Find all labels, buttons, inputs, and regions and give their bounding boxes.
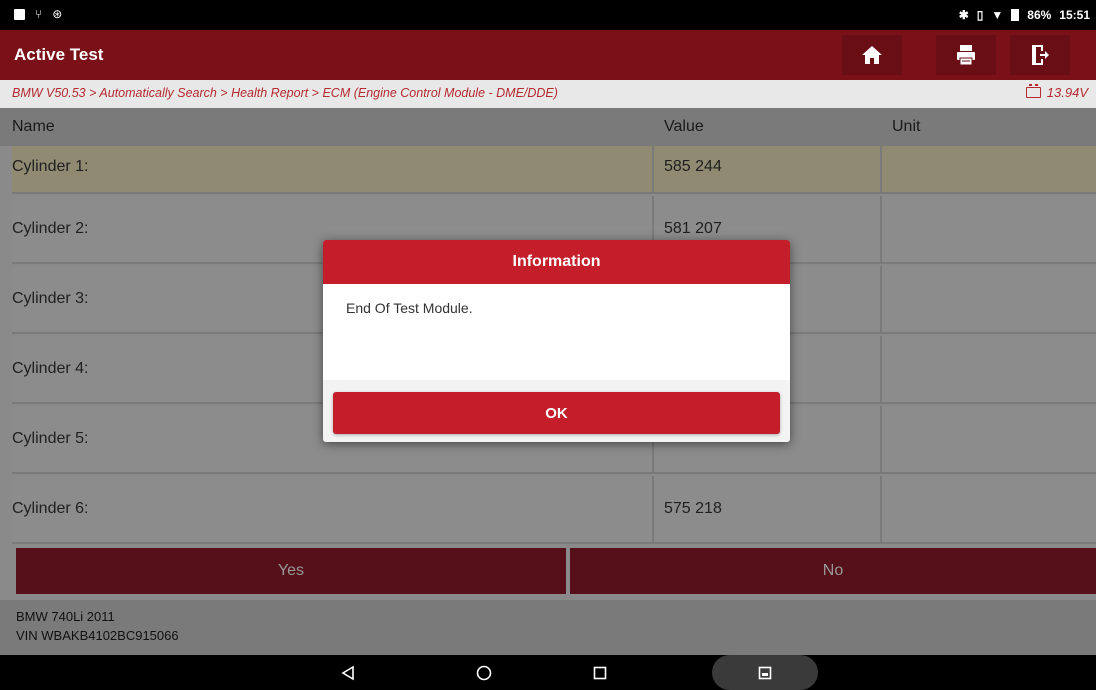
dialog-title: Information: [323, 240, 790, 284]
square-recents-icon: [593, 666, 607, 680]
table-header: Name Value Unit: [0, 108, 1096, 146]
screenshot-pill[interactable]: [712, 655, 818, 690]
exit-icon: [1032, 45, 1049, 65]
screenshot-icon: [758, 666, 772, 679]
column-header-value: Value: [664, 118, 704, 135]
print-icon: [957, 45, 975, 66]
voltage-value: 13.94V: [1046, 85, 1088, 100]
wifi-icon: ▼: [991, 8, 1004, 22]
navigation-bar: [0, 655, 1096, 690]
circle-home-icon: [476, 665, 492, 681]
exit-button[interactable]: [1010, 35, 1070, 75]
yes-button[interactable]: Yes: [16, 548, 566, 594]
row-name: Cylinder 5:: [12, 430, 89, 447]
app-header: Active Test: [0, 30, 1096, 80]
home-nav-button[interactable]: [474, 663, 494, 683]
status-bar: ⑂ ⊛ ✱ ▯ ▼ 86% 15:51: [0, 0, 1096, 30]
row-value: 575 218: [664, 500, 722, 517]
no-button[interactable]: No: [570, 548, 1096, 594]
car-battery-icon: [1025, 84, 1041, 98]
bluetooth-icon: ✱: [958, 8, 969, 22]
home-icon: [862, 46, 882, 64]
table-row[interactable]: Cylinder 6: 575 218: [12, 476, 1096, 544]
back-icon: [341, 665, 354, 681]
dialog-message: End Of Test Module.: [346, 300, 473, 316]
row-value: 581 207: [664, 220, 722, 237]
column-header-unit: Unit: [892, 118, 921, 135]
row-name: Cylinder 2:: [12, 220, 89, 237]
action-bar: Yes No: [0, 546, 1096, 598]
page-title: Active Test: [14, 45, 104, 64]
row-name: Cylinder 3:: [12, 290, 89, 307]
clock: 15:51: [1059, 8, 1090, 22]
column-header-name: Name: [12, 118, 55, 135]
information-dialog: Information End Of Test Module. OK: [323, 240, 790, 442]
back-button[interactable]: [338, 663, 358, 683]
recents-button[interactable]: [590, 663, 610, 683]
bluetooth-notification-icon: ⊛: [52, 7, 63, 21]
row-value: 585 244: [664, 158, 722, 175]
row-name: Cylinder 4:: [12, 360, 89, 377]
gallery-notification-icon: [14, 8, 25, 20]
vehicle-info: BMW 740Li 2011 VIN WBAKB4102BC915066: [0, 600, 1096, 655]
print-button[interactable]: [936, 35, 996, 75]
row-name: Cylinder 6:: [12, 500, 89, 517]
breadcrumb: BMW V50.53 > Automatically Search > Heal…: [12, 86, 558, 100]
row-name: Cylinder 1:: [12, 158, 89, 175]
vehicle-model: BMW 740Li 2011: [16, 609, 115, 624]
home-button[interactable]: [842, 35, 902, 75]
vibrate-icon: ▯: [976, 8, 984, 22]
table-row[interactable]: Cylinder 1: 585 244: [12, 146, 1096, 194]
vehicle-vin: VIN WBAKB4102BC915066: [16, 628, 179, 643]
breadcrumb-bar: BMW V50.53 > Automatically Search > Heal…: [0, 80, 1096, 108]
usb-icon: ⑂: [35, 7, 43, 21]
dialog-body: [323, 284, 790, 380]
battery-voltage: 13.94V: [1025, 84, 1088, 100]
battery-percent: 86%: [1027, 8, 1052, 22]
ok-button[interactable]: OK: [333, 392, 780, 434]
battery-icon: [1011, 9, 1020, 21]
